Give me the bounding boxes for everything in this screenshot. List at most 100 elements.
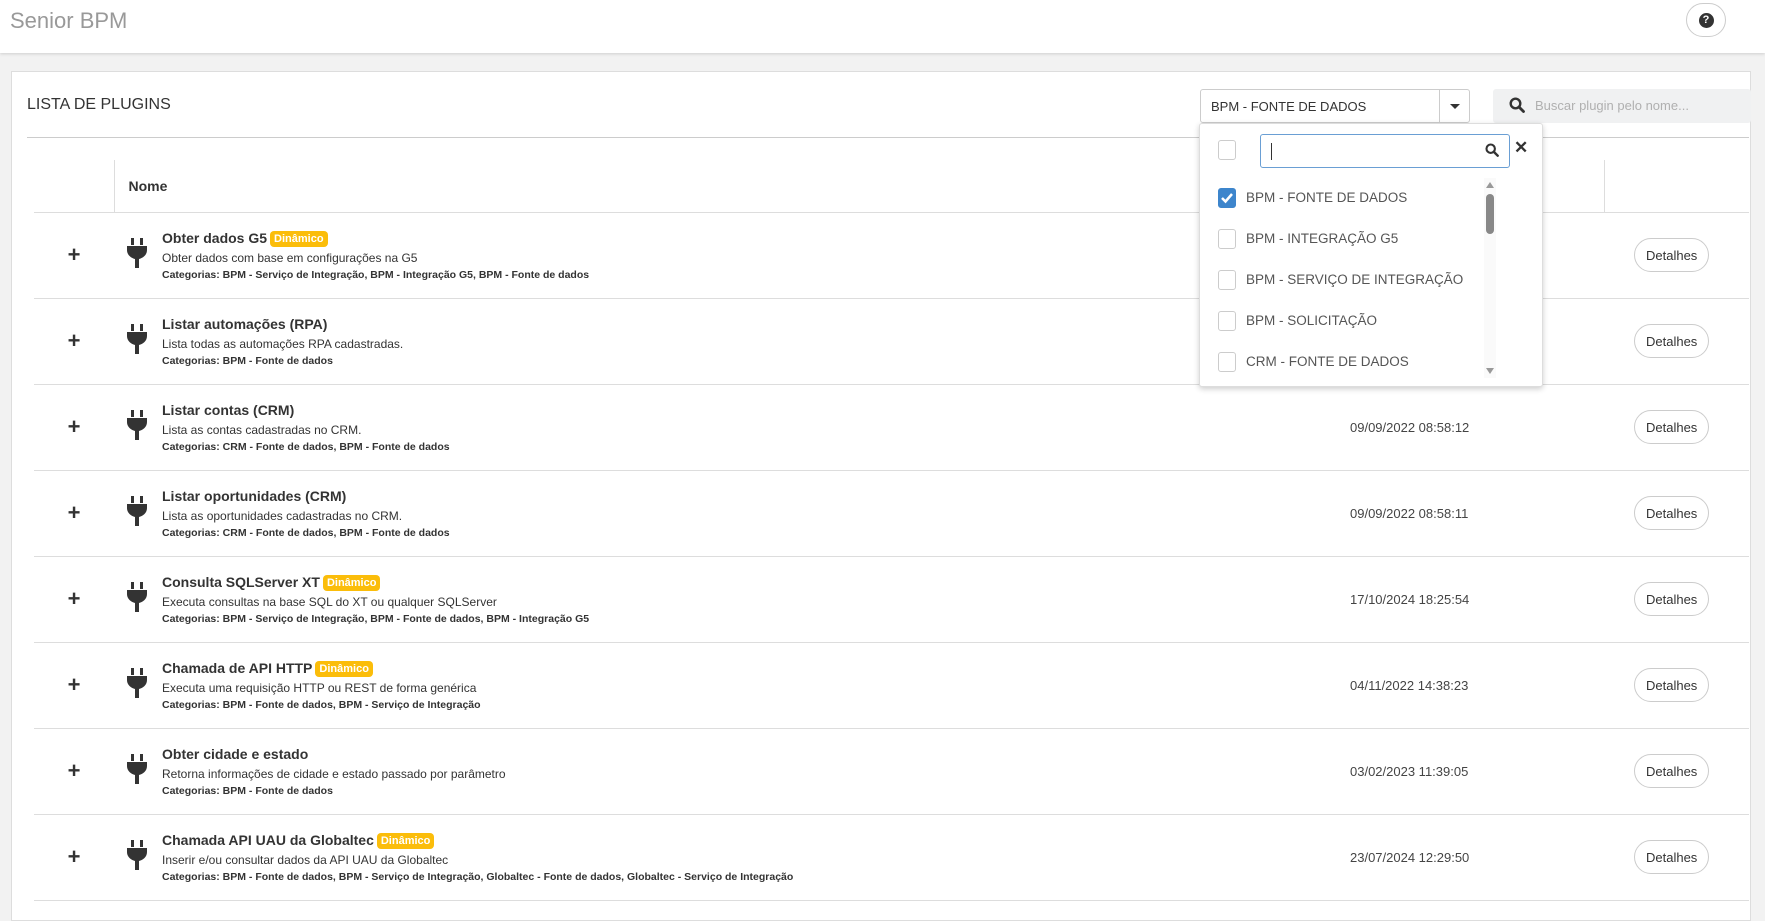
- table-row: + Chamada API UAU da Globaltec Dinâmico I…: [34, 814, 1749, 901]
- plugin-description: Retorna informações de cidade e estado p…: [162, 766, 506, 781]
- plugin-date: 23/07/2024 12:29:50: [1324, 814, 1604, 901]
- plugin-name: Listar automações (RPA): [162, 315, 328, 332]
- category-select-value: BPM - FONTE DE DADOS: [1211, 99, 1367, 114]
- option-label: BPM - INTEGRAÇÃO G5: [1246, 231, 1399, 246]
- expand-button[interactable]: +: [34, 384, 114, 471]
- option-checkbox[interactable]: [1218, 229, 1236, 249]
- plugin-categories: Categorias: BPM - Fonte de dados, BPM - …: [162, 870, 794, 883]
- question-circle-icon: ?: [1698, 12, 1714, 28]
- plugin-name: Obter cidade e estado: [162, 745, 309, 762]
- expand-button[interactable]: +: [34, 470, 114, 557]
- dynamic-badge: Dinâmico: [270, 230, 328, 247]
- dropdown-option[interactable]: BPM - INTEGRAÇÃO G5: [1218, 229, 1498, 253]
- top-bar: Senior BPM ?: [0, 0, 1765, 53]
- plugin-description: Executa uma requisição HTTP ou REST de f…: [162, 680, 477, 695]
- app-title: Senior BPM: [10, 8, 128, 33]
- option-checkbox[interactable]: [1218, 188, 1236, 208]
- plugin-categories: Categorias: BPM - Fonte de dados: [162, 784, 333, 797]
- expand-button[interactable]: +: [34, 212, 114, 299]
- search-placeholder: Buscar plugin pelo nome...: [1535, 98, 1689, 113]
- dropdown-scrollbar[interactable]: [1484, 178, 1496, 378]
- details-button[interactable]: Detalhes: [1634, 238, 1710, 272]
- option-label: CRM - FONTE DE DADOS: [1246, 354, 1409, 369]
- option-checkbox[interactable]: [1218, 311, 1236, 331]
- dynamic-badge: Dinâmico: [376, 832, 435, 849]
- plug-icon: [126, 237, 148, 273]
- plugin-description: Inserir e/ou consultar dados da API UAU …: [162, 852, 449, 867]
- plugin-description: Lista as contas cadastradas no CRM.: [162, 422, 362, 437]
- expand-button[interactable]: +: [34, 642, 114, 729]
- plugin-name: Chamada API UAU da Globaltec: [162, 831, 374, 848]
- details-button[interactable]: Detalhes: [1634, 324, 1710, 358]
- table-row: + Consulta SQLServer XT Dinâmico Executa …: [34, 556, 1749, 643]
- option-label: BPM - SOLICITAÇÃO: [1246, 313, 1378, 328]
- dynamic-badge: Dinâmico: [315, 660, 373, 677]
- plug-icon: [126, 409, 148, 445]
- table-row: + Chamada de API HTTP Dinâmico Executa um…: [34, 642, 1749, 729]
- plugin-categories: Categorias: CRM - Fonte de dados, BPM - …: [162, 526, 450, 539]
- expand-column-header: [34, 160, 114, 213]
- plug-icon: [126, 495, 148, 531]
- table-row: + Listar contas (CRM) Lista as contas ca…: [34, 384, 1749, 471]
- plugin-name: Consulta SQLServer XT: [162, 573, 320, 590]
- details-button[interactable]: Detalhes: [1634, 840, 1710, 874]
- dropdown-option[interactable]: CRM - FONTE DE DADOS: [1218, 352, 1498, 376]
- category-select[interactable]: BPM - FONTE DE DADOS: [1200, 89, 1470, 123]
- plugin-name: Chamada de API HTTP: [162, 659, 313, 676]
- plug-icon: [126, 753, 148, 789]
- column-header-actions: [1603, 160, 1749, 213]
- plug-icon: [126, 839, 148, 875]
- search-icon: [1485, 143, 1499, 157]
- plugin-description: Executa consultas na base SQL do XT ou q…: [162, 594, 497, 609]
- column-header-name: Nome: [113, 160, 1324, 213]
- dropdown-option[interactable]: BPM - SOLICITAÇÃO: [1218, 311, 1498, 335]
- expand-button[interactable]: +: [34, 556, 114, 643]
- help-button[interactable]: ?: [1686, 3, 1726, 37]
- details-button[interactable]: Detalhes: [1634, 668, 1710, 702]
- details-button[interactable]: Detalhes: [1634, 754, 1710, 788]
- select-all-checkbox[interactable]: [1218, 140, 1236, 160]
- plugin-date: 04/11/2022 14:38:23: [1324, 642, 1604, 729]
- plugin-categories: Categorias: BPM - Serviço de Integração,…: [162, 268, 590, 281]
- plug-icon: [126, 667, 148, 703]
- plugin-categories: Categorias: BPM - Fonte de dados: [162, 354, 333, 367]
- expand-button[interactable]: +: [34, 298, 114, 385]
- plugin-description: Lista as oportunidades cadastradas no CR…: [162, 508, 403, 523]
- close-icon[interactable]: ✕: [1514, 138, 1528, 158]
- dropdown-option[interactable]: BPM - SERVIÇO DE INTEGRAÇÃO: [1218, 270, 1498, 294]
- page-title: LISTA DE PLUGINS: [27, 96, 171, 113]
- dropdown-search-input[interactable]: [1260, 134, 1510, 168]
- details-button[interactable]: Detalhes: [1634, 496, 1710, 530]
- plugin-description: Lista todas as automações RPA cadastrada…: [162, 336, 404, 351]
- table-row: + Obter cidade e estado Retorna informaç…: [34, 728, 1749, 815]
- dynamic-badge: Dinâmico: [322, 574, 381, 591]
- plugin-description: Obter dados com base em configurações na…: [162, 250, 418, 265]
- plugin-search-input[interactable]: Buscar plugin pelo nome...: [1493, 89, 1751, 123]
- search-icon: [1509, 97, 1525, 113]
- details-button[interactable]: Detalhes: [1634, 410, 1710, 444]
- expand-button[interactable]: +: [34, 728, 114, 815]
- plugin-name: Listar oportunidades (CRM): [162, 487, 347, 504]
- plug-icon: [126, 581, 148, 617]
- option-label: BPM - SERVIÇO DE INTEGRAÇÃO: [1246, 272, 1464, 287]
- plugin-date: 09/09/2022 08:58:12: [1324, 384, 1604, 471]
- expand-button[interactable]: +: [34, 814, 114, 901]
- details-button[interactable]: Detalhes: [1634, 582, 1710, 616]
- category-dropdown: ✕ BPM - FONTE DE DADOS BPM - INTEGRAÇÃO …: [1199, 123, 1543, 387]
- plugin-date: 03/02/2023 11:39:05: [1324, 728, 1604, 815]
- option-label: BPM - FONTE DE DADOS: [1246, 190, 1408, 205]
- plugin-name: Obter dados G5: [162, 229, 268, 246]
- plugin-date: 09/09/2022 08:58:11: [1324, 470, 1604, 557]
- plugin-categories: Categorias: BPM - Fonte de dados, BPM - …: [162, 698, 481, 711]
- option-checkbox[interactable]: [1218, 352, 1236, 372]
- plug-icon: [126, 323, 148, 359]
- plugin-date: 17/10/2024 18:25:54: [1324, 556, 1604, 643]
- plugin-categories: Categorias: BPM - Serviço de Integração,…: [162, 612, 590, 625]
- chevron-down-icon[interactable]: [1439, 90, 1469, 122]
- table-row: + Listar oportunidades (CRM) Lista as op…: [34, 470, 1749, 557]
- plugin-categories: Categorias: CRM - Fonte de dados, BPM - …: [162, 440, 450, 453]
- dropdown-option[interactable]: BPM - FONTE DE DADOS: [1218, 188, 1498, 212]
- text-cursor: [1271, 143, 1272, 160]
- option-checkbox[interactable]: [1218, 270, 1236, 290]
- plugin-name: Listar contas (CRM): [162, 401, 295, 418]
